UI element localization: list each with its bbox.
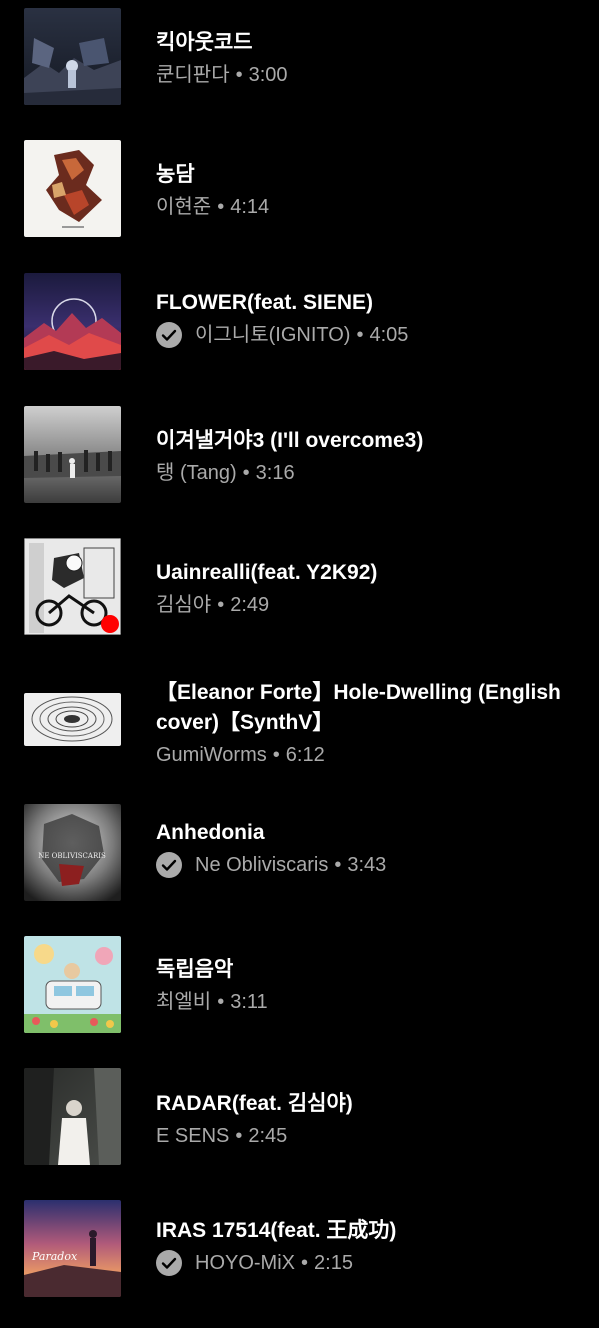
album-thumbnail xyxy=(24,8,121,105)
track-subtitle: E SENS • 2:45 xyxy=(156,1122,579,1150)
separator-dot: • xyxy=(301,1252,309,1274)
track-duration: 3:43 xyxy=(347,854,387,876)
verified-check-icon xyxy=(156,852,182,878)
track-subtitle: 이현준 • 4:14 xyxy=(156,193,579,221)
track-duration: 3:16 xyxy=(255,462,295,484)
list-item[interactable]: Paradox IRAS 17514(feat. 王成功) HOYO-MiX •… xyxy=(0,1196,599,1328)
track-artist: 최엘비 xyxy=(156,991,212,1013)
album-thumbnail: NE OBLIVISCARIS xyxy=(24,804,121,901)
album-thumbnail xyxy=(24,273,121,370)
track-info: IRAS 17514(feat. 王成功) HOYO-MiX • 2:15 xyxy=(156,1216,579,1277)
list-item[interactable]: 【Eleanor Forte】Hole-Dwelling (English co… xyxy=(0,660,599,800)
separator-dot: • xyxy=(272,744,280,766)
list-item[interactable]: 킥아웃코드 쿤디판다 • 3:00 xyxy=(0,0,599,132)
track-subtitle: 김심야 • 2:49 xyxy=(156,591,579,619)
track-title: 독립음악 xyxy=(156,958,234,981)
list-item[interactable]: NE OBLIVISCARIS Anhedonia Ne Obliviscari… xyxy=(0,800,599,932)
track-artist: GumiWorms xyxy=(156,744,267,766)
separator-dot: • xyxy=(235,64,243,86)
track-title: Anhedonia xyxy=(156,821,265,844)
track-title: 킥아웃코드 xyxy=(156,31,253,54)
separator-dot: • xyxy=(334,854,342,876)
track-info: 킥아웃코드 쿤디판다 • 3:00 xyxy=(156,28,579,89)
track-info: Uainrealli(feat. Y2K92) 김심야 • 2:49 xyxy=(156,558,579,619)
track-title: 이겨낼거야3 (I'll overcome3) xyxy=(156,429,424,452)
album-thumbnail xyxy=(24,538,121,635)
track-subtitle: 이그니토(IGNITO) • 4:05 xyxy=(156,321,579,349)
track-artist: 김심야 xyxy=(156,594,212,616)
track-info: RADAR(feat. 김심야) E SENS • 2:45 xyxy=(156,1089,579,1150)
separator-dot: • xyxy=(356,324,364,346)
track-subtitle: 쿤디판다 • 3:00 xyxy=(156,61,579,89)
track-artist: 이그니토(IGNITO) xyxy=(195,324,351,346)
list-item[interactable]: 독립음악 최엘비 • 3:11 xyxy=(0,932,599,1064)
list-item[interactable]: 이겨낼거야3 (I'll overcome3) 탱 (Tang) • 3:16 xyxy=(0,396,599,528)
track-title: Uainrealli(feat. Y2K92) xyxy=(156,561,378,584)
track-duration: 2:45 xyxy=(248,1125,288,1147)
track-title: 【Eleanor Forte】Hole-Dwelling (English co… xyxy=(156,681,561,734)
track-subtitle: HOYO-MiX • 2:15 xyxy=(156,1249,579,1277)
separator-dot: • xyxy=(235,1125,243,1147)
track-info: 이겨낼거야3 (I'll overcome3) 탱 (Tang) • 3:16 xyxy=(156,426,579,487)
track-duration: 2:15 xyxy=(314,1252,353,1274)
separator-dot: • xyxy=(217,991,225,1013)
track-subtitle: GumiWorms • 6:12 xyxy=(156,741,579,769)
track-subtitle: 최엘비 • 3:11 xyxy=(156,988,579,1016)
track-artist: Ne Obliviscaris xyxy=(195,854,329,876)
track-title: IRAS 17514(feat. 王成功) xyxy=(156,1219,397,1242)
separator-dot: • xyxy=(217,196,225,218)
track-artist: HOYO-MiX xyxy=(195,1252,295,1274)
track-info: 【Eleanor Forte】Hole-Dwelling (English co… xyxy=(156,678,579,769)
album-thumbnail xyxy=(24,406,121,503)
track-duration: 2:49 xyxy=(230,594,270,616)
track-artist: 쿤디판다 xyxy=(156,64,230,86)
track-info: 독립음악 최엘비 • 3:11 xyxy=(156,955,579,1016)
track-duration: 6:12 xyxy=(285,744,325,766)
track-subtitle: Ne Obliviscaris • 3:43 xyxy=(156,851,579,879)
thumbnail-art-text: Paradox xyxy=(31,1250,78,1263)
verified-check-icon xyxy=(156,1250,182,1276)
verified-check-icon xyxy=(156,322,182,348)
separator-dot: • xyxy=(242,462,250,484)
album-thumbnail xyxy=(24,936,121,1033)
album-thumbnail: Paradox xyxy=(24,1200,121,1297)
list-item[interactable]: 농담 이현준 • 4:14 xyxy=(0,132,599,264)
track-info: Anhedonia Ne Obliviscaris • 3:43 xyxy=(156,818,579,879)
track-duration: 3:11 xyxy=(230,991,268,1013)
list-item[interactable]: RADAR(feat. 김심야) E SENS • 2:45 xyxy=(0,1064,599,1196)
track-duration: 4:14 xyxy=(230,196,270,218)
separator-dot: • xyxy=(217,594,225,616)
track-info: FLOWER(feat. SIENE) 이그니토(IGNITO) • 4:05 xyxy=(156,288,579,349)
album-thumbnail xyxy=(24,1068,121,1165)
list-item[interactable]: FLOWER(feat. SIENE) 이그니토(IGNITO) • 4:05 xyxy=(0,264,599,396)
track-duration: 4:05 xyxy=(369,324,409,346)
album-thumbnail xyxy=(24,140,121,237)
track-title: RADAR(feat. 김심야) xyxy=(156,1092,353,1115)
thumbnail-art-text: NE OBLIVISCARIS xyxy=(38,852,106,860)
recording-dot-icon xyxy=(101,615,119,633)
track-title: 농담 xyxy=(156,163,195,186)
album-thumbnail xyxy=(24,693,121,746)
track-subtitle: 탱 (Tang) • 3:16 xyxy=(156,459,579,487)
track-duration: 3:00 xyxy=(248,64,288,86)
track-artist: 탱 (Tang) xyxy=(156,462,237,484)
track-artist: E SENS xyxy=(156,1125,230,1147)
track-artist: 이현준 xyxy=(156,196,212,218)
track-title: FLOWER(feat. SIENE) xyxy=(156,291,374,314)
track-info: 농담 이현준 • 4:14 xyxy=(156,160,579,221)
list-item[interactable]: Uainrealli(feat. Y2K92) 김심야 • 2:49 xyxy=(0,528,599,660)
